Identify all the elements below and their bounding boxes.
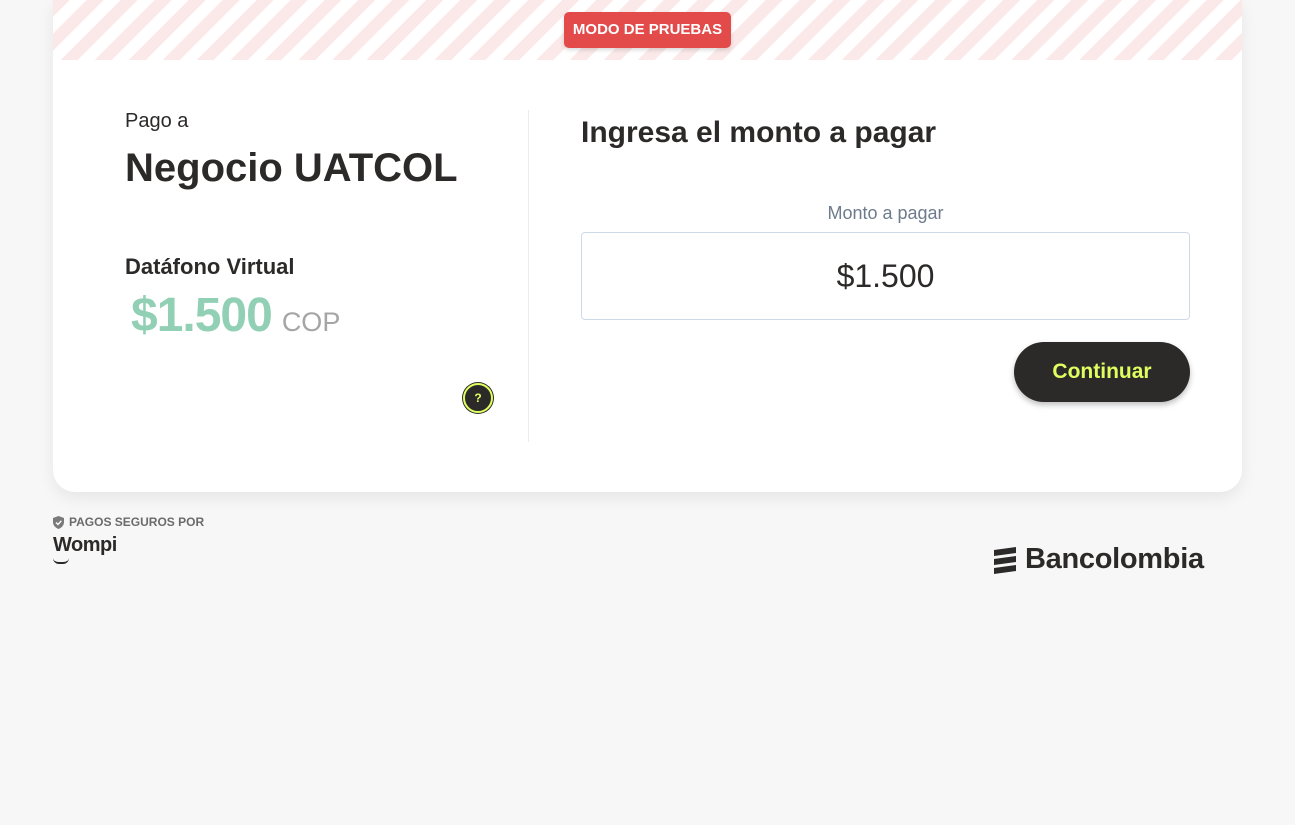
amount-summary: $1.500 COP bbox=[131, 288, 340, 343]
bancolombia-logo-text: Bancolombia bbox=[1025, 543, 1204, 575]
merchant-summary: Pago a Negocio UATCOL Datáfono Virtual $… bbox=[53, 60, 528, 460]
amount-value: $1.500 bbox=[131, 289, 273, 342]
bancolombia-logo[interactable]: Bancolombia bbox=[990, 543, 1204, 576]
amount-input[interactable] bbox=[581, 232, 1190, 320]
payment-form: Ingresa el monto a pagar Monto a pagar C… bbox=[581, 60, 1191, 460]
secure-payments-label: PAGOS SEGUROS POR bbox=[53, 515, 204, 529]
column-divider bbox=[528, 110, 529, 442]
wompi-logo-text: Wompi bbox=[53, 534, 117, 556]
wompi-smile-mark bbox=[53, 558, 69, 564]
bancolombia-stripes-icon bbox=[994, 546, 1016, 574]
merchant-name: Negocio UATCOL bbox=[125, 146, 458, 190]
form-title: Ingresa el monto a pagar bbox=[581, 116, 937, 149]
payment-card: MODO DE PRUEBAS Pago a Negocio UATCOL Da… bbox=[53, 0, 1242, 492]
pay-to-label: Pago a bbox=[125, 110, 189, 132]
product-name: Datáfono Virtual bbox=[125, 254, 295, 279]
continue-button[interactable]: Continuar bbox=[1014, 342, 1190, 402]
amount-field-label: Monto a pagar bbox=[827, 203, 944, 223]
shield-check-icon bbox=[53, 515, 64, 529]
test-mode-badge: MODO DE PRUEBAS bbox=[564, 12, 731, 48]
wompi-logo[interactable]: Wompi bbox=[53, 534, 117, 564]
help-icon[interactable]: ? bbox=[463, 383, 493, 413]
secure-payments-text: PAGOS SEGUROS POR bbox=[69, 515, 205, 529]
amount-currency: COP bbox=[281, 307, 341, 337]
